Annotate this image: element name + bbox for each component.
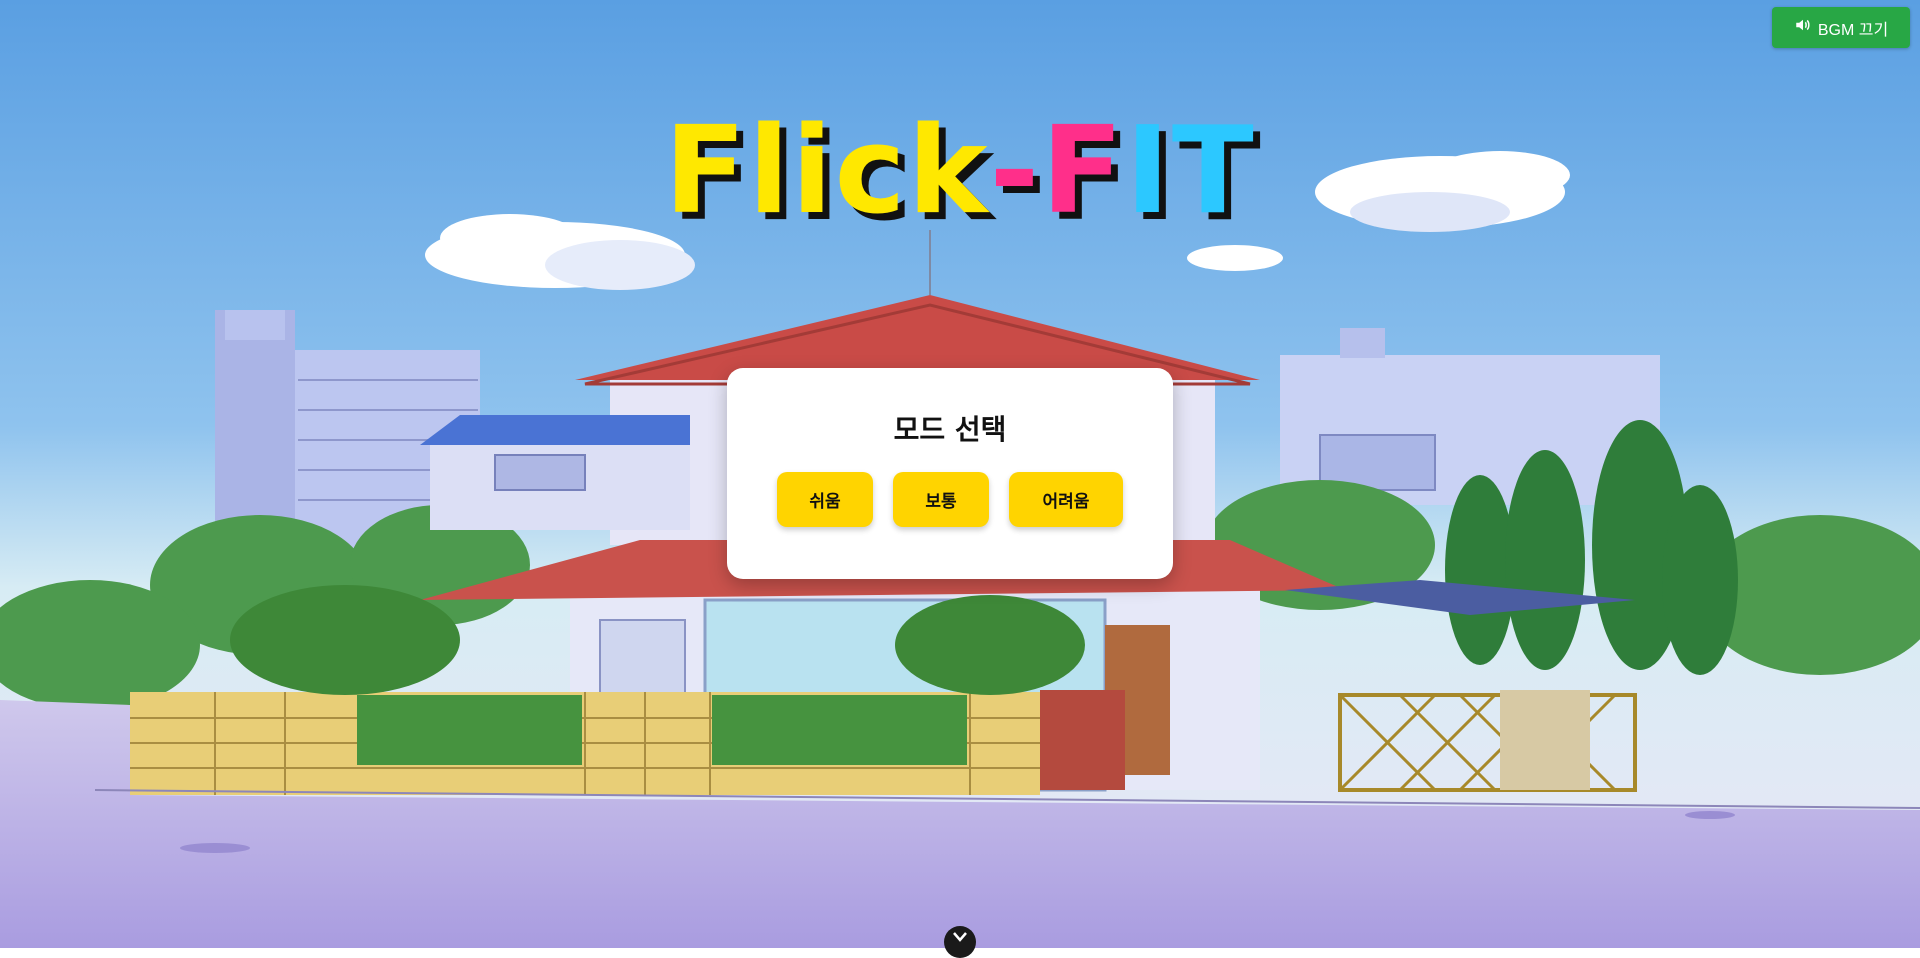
mode-button-group: 쉬움 보통 어려움 [727,472,1173,527]
logo-f: F [1041,102,1126,241]
bgm-toggle-button[interactable]: BGM 끄기 [1772,7,1910,48]
mode-select-panel: 모드 선택 쉬움 보통 어려움 [727,368,1173,579]
bgm-toggle-label: BGM 끄기 [1817,21,1889,39]
speaker-icon [1794,16,1812,39]
easy-mode-button[interactable]: 쉬움 [777,472,873,527]
normal-mode-button[interactable]: 보통 [893,472,989,527]
logo-flick: Flick [664,102,990,241]
game-logo: Flick-FIT [0,112,1920,232]
logo-it: IT [1125,102,1256,241]
logo-dash: - [989,102,1042,241]
scroll-down-button[interactable] [944,926,976,958]
mode-select-title: 모드 선택 [893,413,1007,446]
hard-mode-button[interactable]: 어려움 [1009,472,1123,527]
chevron-down-icon [953,926,967,946]
